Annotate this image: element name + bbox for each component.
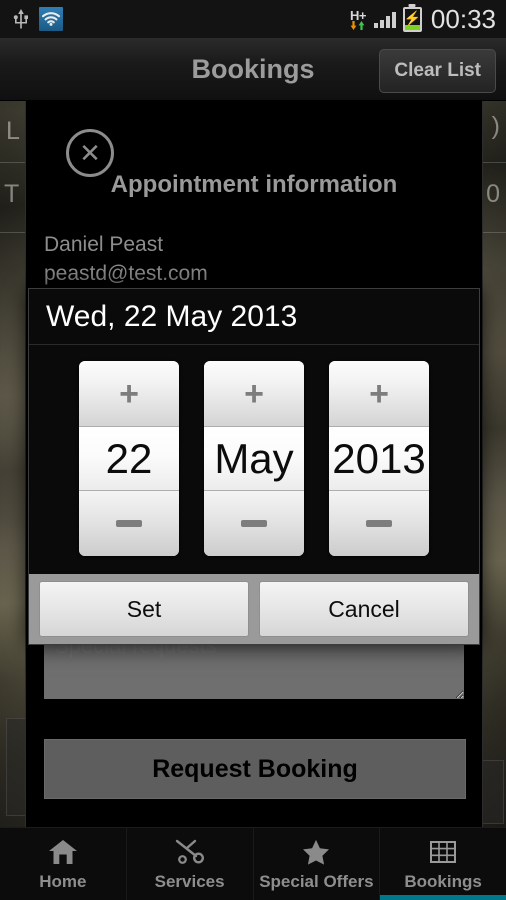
background-text-fragment-left-top: L [6, 117, 20, 145]
cancel-button[interactable]: Cancel [259, 581, 469, 637]
month-decrement-button[interactable] [204, 490, 304, 556]
customer-name: Daniel Peast [44, 233, 164, 256]
dialog-title: Appointment information [110, 171, 398, 198]
star-icon [301, 837, 331, 865]
day-value: 22 [79, 427, 179, 490]
minus-icon [241, 520, 267, 527]
minus-icon [116, 520, 142, 527]
nav-item-home[interactable]: Home [0, 828, 127, 900]
nav-label-bookings: Bookings [404, 871, 482, 891]
clear-list-button[interactable]: Clear List [379, 49, 496, 93]
battery-charging-icon: ⚡ [402, 6, 422, 32]
bottom-navigation-bar: Home Services Special Offers Bookings [0, 827, 506, 900]
date-picker-header: Wed, 22 May 2013 [29, 289, 479, 345]
action-bar: Bookings Clear List [0, 38, 506, 101]
close-circle-icon[interactable]: ✕ [66, 129, 114, 177]
date-spinner-row: + 22 + May + 2013 [29, 361, 479, 556]
wifi-icon [39, 7, 63, 31]
signal-bars-icon [373, 11, 396, 28]
page-title: Bookings [191, 53, 315, 84]
plus-icon: + [119, 374, 139, 413]
day-spinner[interactable]: + 22 [79, 361, 179, 556]
background-text-fragment-right-mid: 0 [486, 180, 500, 208]
month-value: May [204, 427, 304, 490]
background-text-fragment-left-mid: T [4, 180, 20, 208]
year-increment-button[interactable]: + [329, 361, 429, 427]
date-picker-actions: Set Cancel [29, 574, 479, 644]
day-decrement-button[interactable] [79, 490, 179, 556]
plus-icon: + [244, 374, 264, 413]
month-increment-button[interactable]: + [204, 361, 304, 427]
set-button[interactable]: Set [39, 581, 249, 637]
usb-icon [12, 8, 30, 30]
nav-item-bookings[interactable]: Bookings [380, 828, 506, 900]
data-transfer-arrows-icon [350, 20, 365, 30]
nav-label-services: Services [154, 871, 225, 891]
status-bar-left-icons [0, 7, 63, 31]
network-type-indicator: H+ [350, 9, 366, 30]
status-bar-right-icons: H+ ⚡ 00:33 [350, 4, 506, 35]
nav-label-special-offers: Special Offers [259, 871, 374, 891]
minus-icon [366, 520, 392, 527]
selected-date-label: Wed, 22 May 2013 [46, 299, 298, 333]
status-bar: H+ ⚡ 00:33 [0, 0, 506, 38]
request-booking-button[interactable]: Request Booking [44, 739, 466, 799]
customer-email: peastd@test.com [44, 262, 208, 285]
day-increment-button[interactable]: + [79, 361, 179, 427]
nav-item-special-offers[interactable]: Special Offers [254, 828, 381, 900]
plus-icon: + [369, 374, 389, 413]
nav-item-services[interactable]: Services [127, 828, 254, 900]
month-spinner[interactable]: + May [204, 361, 304, 556]
nav-label-home: Home [39, 871, 87, 891]
home-icon [48, 837, 78, 865]
calendar-grid-icon [428, 837, 458, 865]
year-decrement-button[interactable] [329, 490, 429, 556]
year-value: 2013 [329, 427, 429, 490]
background-text-fragment-right-top: ) [491, 112, 500, 140]
clock: 00:33 [430, 3, 496, 34]
year-spinner[interactable]: + 2013 [329, 361, 429, 556]
scissors-icon [174, 837, 206, 865]
date-picker-dialog: Wed, 22 May 2013 + 22 + May + 2013 Set C… [28, 288, 480, 645]
